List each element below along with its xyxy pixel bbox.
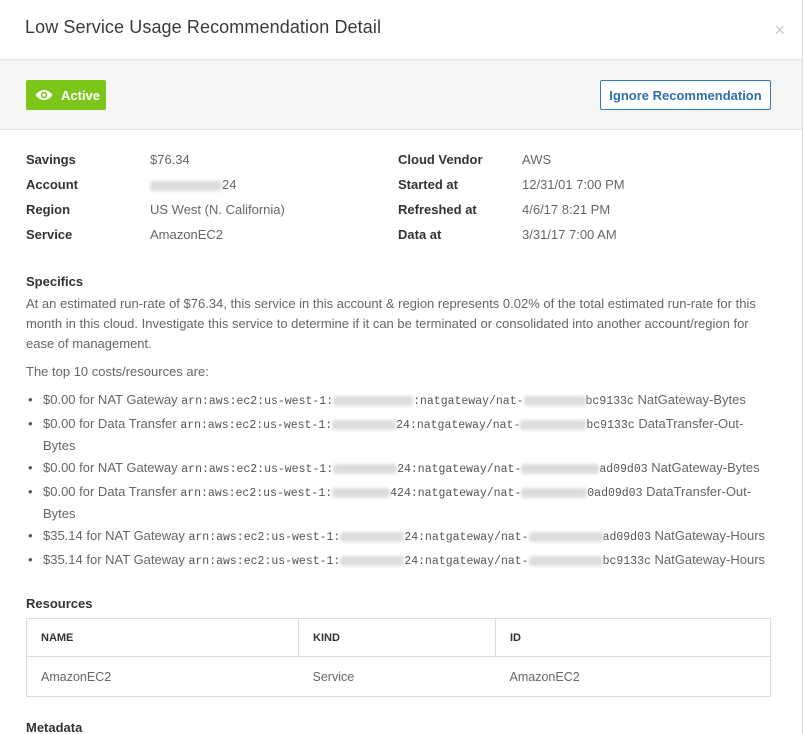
ignore-recommendation-button[interactable]: Ignore Recommendation [600,80,771,110]
started-at-label: Started at [398,177,458,192]
arn-mid: 24:natgateway/nat- [397,463,522,476]
list-item: $35.14 for NAT Gateway arn:aws:ec2:us-we… [26,526,771,548]
arn-mid: 24:natgateway/nat- [404,555,529,568]
table-row[interactable]: AmazonEC2 Service AmazonEC2 [27,657,771,697]
arn-mid: 24:natgateway/nat- [396,419,521,432]
list-item: $0.00 for Data Transfer arn:aws:ec2:us-w… [26,482,771,524]
arn-mid: :natgateway/nat- [413,395,524,408]
arn-prefix: arn:aws:ec2:us-west-1: [188,555,341,568]
cloud-vendor-value: AWS [522,152,552,167]
data-at-value: 3/31/17 7:00 AM [522,227,617,242]
specifics-description: At an estimated run-rate of $76.34, this… [26,296,756,351]
arn-suffix: bc9133c [585,395,634,408]
action-bar: Active Ignore Recommendation [0,60,802,130]
savings-label: Savings [26,152,76,167]
service-label: Service [26,227,73,242]
redacted-id [332,419,397,430]
arn-suffix: ad09d03 [599,463,648,476]
column-header-id[interactable]: ID [495,618,771,657]
redacted-id [340,531,405,542]
specifics-heading: Specifics [26,274,84,289]
table-header-row: NAME KIND ID [26,618,771,657]
arn-prefix: arn:aws:ec2:us-west-1: [181,463,334,476]
cost-text: $35.14 for NAT Gateway [43,528,185,543]
usage-type: NatGateway-Hours [654,528,766,543]
cost-text: $0.00 for Data Transfer [43,484,177,499]
list-item: $35.14 for NAT Gateway arn:aws:ec2:us-we… [26,550,771,572]
cost-text: $0.00 for Data Transfer [43,416,177,431]
resource-id-cell: AmazonEC2 [509,669,580,684]
cost-text: $35.14 for NAT Gateway [43,552,185,567]
top-costs-label: The top 10 costs/resources are: [26,364,209,379]
redacted-account [150,180,222,191]
refreshed-at-label: Refreshed at [398,202,477,217]
redacted-id [333,395,414,406]
arn-suffix: bc9133c [602,555,651,568]
redacted-id [528,555,603,566]
list-item: $0.00 for Data Transfer arn:aws:ec2:us-w… [26,414,771,456]
redacted-id [332,487,391,498]
modal-title: Low Service Usage Recommendation Detail [25,17,382,37]
cost-list: $0.00 for NAT Gateway arn:aws:ec2:us-wes… [26,390,771,574]
modal-header: Low Service Usage Recommendation Detail … [0,0,802,60]
cost-text: $0.00 for NAT Gateway [43,460,178,475]
cloud-vendor-label: Cloud Vendor [398,152,483,167]
data-at-label: Data at [398,227,442,242]
region-value: US West (N. California) [150,202,285,217]
arn-prefix: arn:aws:ec2:us-west-1: [180,487,333,500]
close-icon[interactable]: × [774,21,785,39]
started-at-value: 12/31/01 7:00 PM [522,177,625,192]
redacted-id [333,463,398,474]
column-header-kind[interactable]: KIND [298,618,496,657]
account-value: 24 [222,177,237,192]
redacted-id [528,531,603,542]
column-header-name[interactable]: NAME [26,618,299,657]
service-value: AmazonEC2 [150,227,223,242]
refreshed-at-value: 4/6/17 8:21 PM [522,202,611,217]
arn-mid: 424:natgateway/nat- [390,487,522,500]
arn-prefix: arn:aws:ec2:us-west-1: [181,395,334,408]
arn-prefix: arn:aws:ec2:us-west-1: [188,531,341,544]
list-item: $0.00 for NAT Gateway arn:aws:ec2:us-wes… [26,390,771,412]
redacted-id [521,487,588,498]
usage-type: NatGateway-Hours [654,552,766,567]
resources-heading: Resources [26,596,93,611]
status-label: Active [61,87,101,103]
cost-text: $0.00 for NAT Gateway [43,392,178,407]
resource-kind-cell: Service [312,669,355,684]
redacted-id [521,463,600,474]
arn-suffix: bc9133c [586,419,635,432]
account-label: Account [26,177,78,192]
arn-mid: 24:natgateway/nat- [404,531,529,544]
redacted-id [340,555,405,566]
arn-suffix: ad09d03 [602,531,651,544]
redacted-id [520,419,587,430]
status-badge: Active [26,80,106,110]
arn-suffix: 0ad09d03 [587,487,643,500]
arn-prefix: arn:aws:ec2:us-west-1: [180,419,333,432]
metadata-heading: Metadata [26,720,83,734]
region-label: Region [26,202,71,217]
recommendation-detail-modal: Low Service Usage Recommendation Detail … [0,0,803,734]
eye-icon [35,90,53,100]
list-item: $0.00 for NAT Gateway arn:aws:ec2:us-wes… [26,458,771,480]
usage-type: NatGateway-Bytes [637,392,746,407]
savings-value: $76.34 [150,152,190,167]
resource-name-cell: AmazonEC2 [41,669,112,684]
resources-table: NAME KIND ID AmazonEC2 Service AmazonEC2 [26,618,771,697]
usage-type: NatGateway-Bytes [651,460,760,475]
redacted-id [523,395,586,406]
